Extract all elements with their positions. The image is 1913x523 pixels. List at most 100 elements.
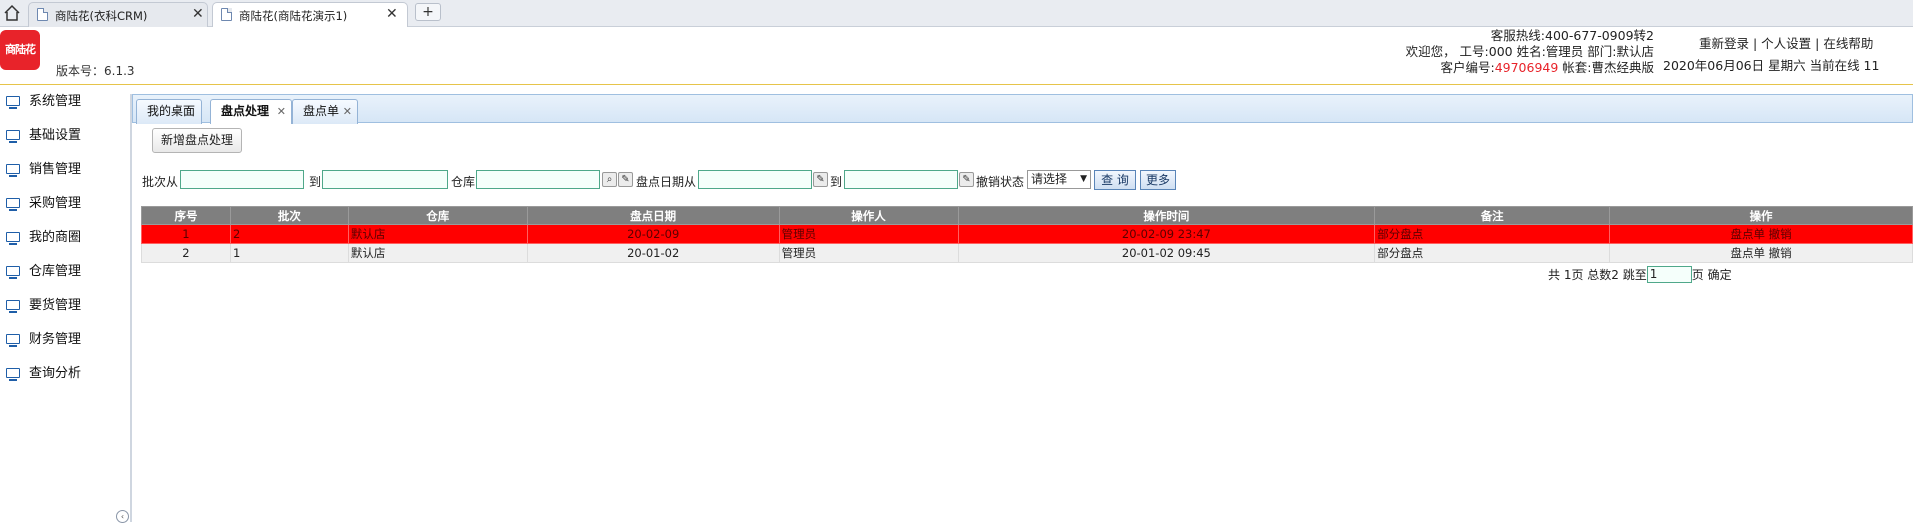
- monitor-icon: [6, 368, 20, 381]
- logo: 商陆花: [0, 30, 40, 70]
- cell-date: 20-02-09: [526, 224, 780, 244]
- cell-date: 20-01-02: [526, 243, 780, 263]
- column-header[interactable]: 盘点日期: [526, 206, 780, 225]
- search-icon[interactable]: ⌕: [602, 172, 617, 187]
- cell-warehouse: 默认店: [347, 224, 528, 244]
- monitor-icon: [6, 300, 20, 313]
- warehouse-label: 仓库: [451, 175, 476, 189]
- new-tab-button[interactable]: +: [415, 3, 441, 21]
- table-row[interactable]: 2 1 默认店 20-01-02 管理员 20-01-02 09:45 部分盘点…: [141, 243, 1913, 263]
- filter-bar: 批次从 到 仓库 ⌕ ✎ 盘点日期从 ✎ 到 ✎ 撤销状态 请选择 查 询 更多: [142, 170, 1913, 190]
- date-online: 2020年06月06日 星期六 当前在线 11: [1663, 58, 1880, 73]
- cell-note: 部分盘点: [1374, 243, 1611, 263]
- batch-from-label: 批次从: [142, 175, 179, 189]
- query-button[interactable]: 查 询: [1094, 170, 1136, 190]
- document-icon: [37, 8, 48, 21]
- cell-batch: 2: [229, 224, 349, 244]
- browser-tab-crm[interactable]: 商陆花(衣科CRM) ✕: [28, 2, 208, 27]
- monitor-icon: [6, 130, 20, 143]
- cell-operator: 管理员: [778, 243, 959, 263]
- column-header[interactable]: 批次: [229, 206, 349, 225]
- sidebar-item-basic-settings[interactable]: 基础设置: [0, 124, 130, 158]
- page-tab-bar: 我的桌面 盘点处理 ✕ 盘点单 ✕: [132, 94, 1913, 124]
- pager-summary: 共 1页 总数2 跳至: [1548, 268, 1647, 282]
- cell-warehouse: 默认店: [347, 243, 528, 263]
- monitor-icon: [6, 164, 20, 177]
- cancel-status-select[interactable]: 请选择: [1027, 170, 1091, 189]
- date-from-input[interactable]: [698, 170, 812, 189]
- browser-tab-title: 商陆花(衣科CRM): [55, 9, 148, 23]
- collapse-sidebar-icon[interactable]: ‹: [116, 510, 129, 523]
- table-header-row: 序号 批次 仓库 盘点日期 操作人 操作时间 备注 操作: [141, 206, 1913, 225]
- monitor-icon: [6, 198, 20, 211]
- column-header[interactable]: 操作时间: [957, 206, 1376, 225]
- date-from-label: 盘点日期从: [636, 175, 697, 189]
- hotline: 客服热线:400-677-0909转2: [1490, 28, 1654, 43]
- tab-inventory-processing[interactable]: 盘点处理 ✕: [210, 99, 292, 124]
- sidebar-menu: 系统管理 基础设置 销售管理 采购管理 我的商圈 仓库管理 要货管理 财务管理 …: [0, 90, 130, 396]
- sidebar-item-requisition[interactable]: 要货管理: [0, 294, 130, 328]
- cell-time: 20-02-09 23:47: [957, 224, 1376, 244]
- sidebar-splitter[interactable]: [130, 94, 132, 522]
- sidebar-item-purchase[interactable]: 采购管理: [0, 192, 130, 226]
- calendar-icon[interactable]: ✎: [813, 172, 828, 187]
- calendar-icon[interactable]: ✎: [959, 172, 974, 187]
- batch-to-input[interactable]: [322, 170, 448, 189]
- sidebar-item-system[interactable]: 系统管理: [0, 90, 130, 124]
- to-label: 到: [309, 175, 322, 189]
- revoke-link[interactable]: 撤销: [1769, 246, 1792, 260]
- close-icon[interactable]: ✕: [277, 100, 286, 123]
- close-icon[interactable]: ✕: [343, 100, 352, 123]
- column-header[interactable]: 操作: [1609, 206, 1913, 225]
- inventory-sheet-link[interactable]: 盘点单: [1730, 246, 1765, 260]
- welcome-text: 欢迎您， 工号:000 姓名:管理员 部门:默认店: [1405, 44, 1654, 59]
- tab-inventory-sheet[interactable]: 盘点单 ✕: [292, 99, 358, 124]
- user-info: 客服热线:400-677-0909转2 欢迎您， 工号:000 姓名:管理员 部…: [1406, 28, 1654, 76]
- pager: 共 1页 总数2 跳至 1 页 确定: [1548, 266, 1732, 283]
- app-header: 商陆花 版本号：6.1.3 客服热线:400-677-0909转2 欢迎您， 工…: [0, 27, 1913, 85]
- page-unit-label: 页: [1691, 268, 1704, 282]
- browser-tab-strip: 商陆花(衣科CRM) ✕ 商陆花(商陆花演示1) ✕ +: [0, 0, 1913, 27]
- customer-number: 49706949: [1494, 60, 1559, 75]
- cell-no: 1: [141, 224, 231, 244]
- home-icon[interactable]: [2, 3, 22, 23]
- add-inventory-processing-button[interactable]: 新增盘点处理: [152, 128, 242, 153]
- browser-tab-title: 商陆花(商陆花演示1): [239, 9, 348, 23]
- sidebar-item-my-circle[interactable]: 我的商圈: [0, 226, 130, 260]
- revoke-link[interactable]: 撤销: [1769, 227, 1792, 241]
- customer-line: 客户编号:49706949 帐套:曹杰经典版: [1440, 60, 1654, 75]
- column-header[interactable]: 操作人: [778, 206, 959, 225]
- cell-actions: 盘点单 撤销: [1609, 243, 1913, 263]
- clear-icon[interactable]: ✎: [618, 172, 633, 187]
- column-header[interactable]: 序号: [141, 206, 231, 225]
- browser-tab-demo[interactable]: 商陆花(商陆花演示1) ✕: [212, 2, 408, 27]
- date-to-input[interactable]: [844, 170, 958, 189]
- monitor-icon: [6, 232, 20, 245]
- monitor-icon: [6, 266, 20, 279]
- to-label: 到: [830, 175, 843, 189]
- page-confirm-button[interactable]: 确定: [1708, 268, 1732, 282]
- sidebar-item-sales[interactable]: 销售管理: [0, 158, 130, 192]
- close-icon[interactable]: ✕: [386, 6, 398, 22]
- inventory-sheet-link[interactable]: 盘点单: [1730, 227, 1765, 241]
- more-button[interactable]: 更多: [1140, 170, 1176, 190]
- cell-operator: 管理员: [778, 224, 959, 244]
- column-header[interactable]: 仓库: [347, 206, 528, 225]
- tab-my-desktop[interactable]: 我的桌面: [136, 99, 202, 124]
- column-header[interactable]: 备注: [1374, 206, 1611, 225]
- cell-no: 2: [141, 243, 231, 263]
- sidebar-item-finance[interactable]: 财务管理: [0, 328, 130, 362]
- cell-note: 部分盘点: [1374, 224, 1611, 244]
- page-jump-input[interactable]: 1: [1646, 266, 1692, 283]
- sidebar-item-query[interactable]: 查询分析: [0, 362, 130, 396]
- cell-batch: 1: [229, 243, 349, 263]
- header-links[interactable]: 重新登录 | 个人设置 | 在线帮助: [1699, 33, 1873, 52]
- version-label: 版本号：6.1.3: [56, 64, 135, 78]
- sidebar-item-warehouse[interactable]: 仓库管理: [0, 260, 130, 294]
- table-row[interactable]: 1 2 默认店 20-02-09 管理员 20-02-09 23:47 部分盘点…: [141, 224, 1913, 244]
- close-icon[interactable]: ✕: [192, 6, 204, 22]
- cell-time: 20-01-02 09:45: [957, 243, 1376, 263]
- warehouse-input[interactable]: [476, 170, 600, 189]
- monitor-icon: [6, 334, 20, 347]
- batch-from-input[interactable]: [180, 170, 304, 189]
